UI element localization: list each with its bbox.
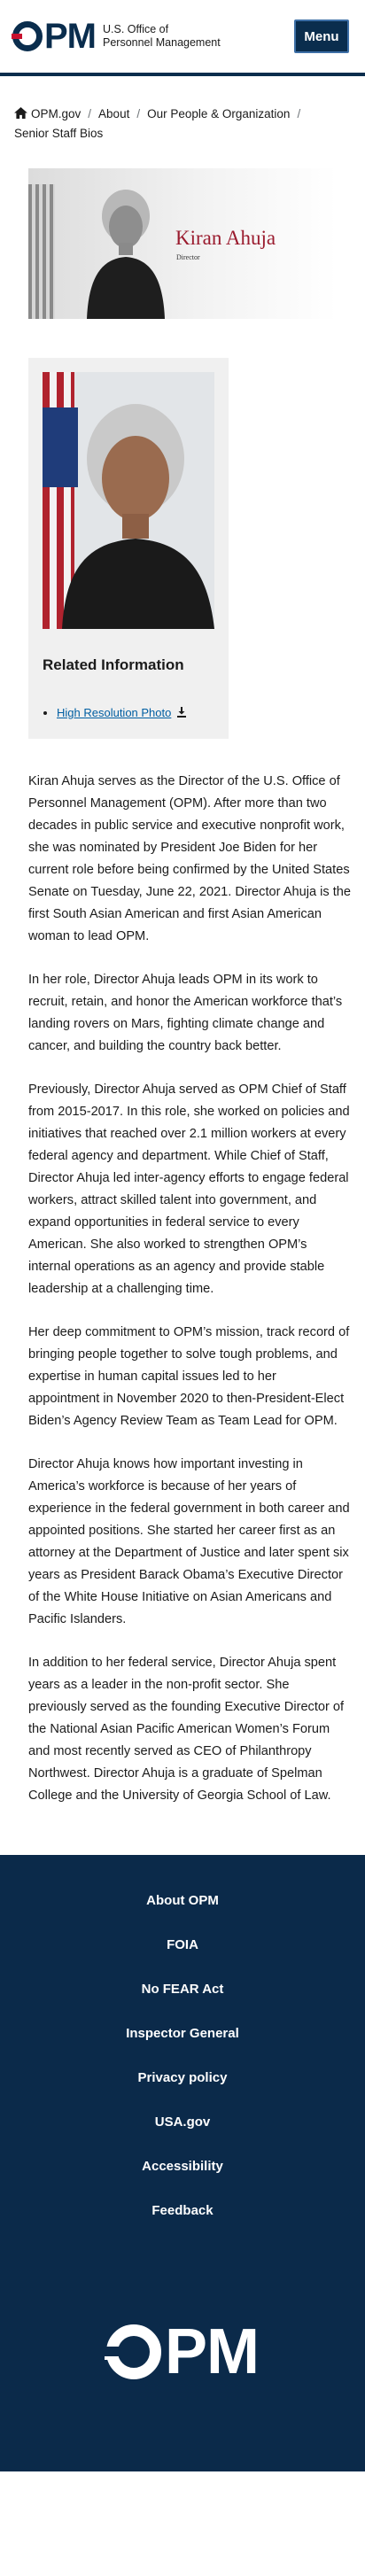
footer-nav-item: No FEAR Act	[0, 1967, 365, 2011]
footer-nav-item: FOIA	[0, 1922, 365, 1967]
download-icon[interactable]	[176, 707, 187, 718]
logo-line-2: Personnel Management	[103, 36, 221, 49]
opm-logo-letters: PM	[44, 17, 97, 56]
footer-link-foia[interactable]: FOIA	[167, 1937, 198, 1952]
footer-link-usa-gov[interactable]: USA.gov	[155, 2114, 211, 2130]
home-icon	[14, 107, 27, 119]
footer-nav: About OPM FOIA No FEAR Act Inspector Gen…	[0, 1878, 365, 2232]
footer-nav-item: Feedback	[0, 2188, 365, 2232]
banner-title: Director	[176, 253, 200, 261]
breadcrumb-current: Senior Staff Bios	[14, 127, 104, 140]
opm-logo-text: U.S. Office of Personnel Management	[103, 23, 221, 50]
footer-link-no-fear-act[interactable]: No FEAR Act	[142, 1982, 224, 1997]
breadcrumb-home-label: OPM.gov	[31, 107, 82, 120]
footer-logo-letters: PM	[165, 2316, 260, 2387]
bio-paragraph: In her role, Director Ahuja leads OPM in…	[28, 973, 343, 1053]
footer-link-accessibility[interactable]: Accessibility	[142, 2159, 223, 2174]
footer-nav-item: USA.gov	[0, 2099, 365, 2144]
footer-nav-item: Accessibility	[0, 2144, 365, 2188]
banner-name: Kiran Ahuja	[175, 227, 276, 249]
breadcrumb-separator: /	[297, 107, 301, 120]
breadcrumb-home-link[interactable]: OPM.gov	[14, 107, 81, 120]
menu-button[interactable]: Menu	[294, 19, 349, 53]
footer-nav-item: About OPM	[0, 1878, 365, 1922]
banner-flag-image	[28, 184, 55, 319]
opm-logo-mark: PM	[12, 17, 97, 56]
related-links-list: High Resolution Photo	[57, 706, 214, 719]
related-information-card: Related Information High Resolution Phot…	[28, 358, 229, 739]
high-resolution-photo-link[interactable]: High Resolution Photo	[57, 706, 171, 719]
footer-logo-o-icon	[105, 2324, 161, 2379]
opm-logo[interactable]: PM U.S. Office of Personnel Management	[12, 19, 221, 54]
site-footer: About OPM FOIA No FEAR Act Inspector Gen…	[0, 1855, 365, 2471]
breadcrumb: OPM.gov / About / Our People & Organization /…	[0, 76, 365, 144]
site-header: PM U.S. Office of Personnel Management M…	[0, 0, 365, 76]
footer-nav-item: Privacy policy	[0, 2055, 365, 2099]
bio-content: Kiran Ahuja serves as the Director of th…	[0, 739, 365, 1807]
footer-logo-mark: PM	[105, 2316, 260, 2387]
breadcrumb-separator: /	[136, 107, 141, 120]
footer-link-about-opm[interactable]: About OPM	[146, 1893, 219, 1908]
related-information-heading: Related Information	[43, 656, 184, 673]
director-banner: Kiran Ahuja Director	[28, 168, 337, 319]
logo-line-1: U.S. Office of	[103, 23, 169, 35]
related-link-item: High Resolution Photo	[57, 706, 214, 719]
breadcrumb-about-link[interactable]: About	[98, 107, 129, 120]
footer-link-privacy-policy[interactable]: Privacy policy	[138, 2070, 228, 2085]
breadcrumb-separator: /	[88, 107, 92, 120]
bio-paragraph: Previously, Director Ahuja served as OPM…	[28, 1082, 350, 1296]
bio-paragraph: Director Ahuja knows how important inves…	[28, 1457, 350, 1626]
footer-link-inspector-general[interactable]: Inspector General	[126, 2026, 239, 2041]
footer-opm-logo[interactable]: PM	[0, 2232, 365, 2471]
director-portrait-image	[43, 372, 214, 629]
bio-paragraph: Kiran Ahuja serves as the Director of th…	[28, 774, 352, 943]
bio-paragraph: Her deep commitment to OPM’s mission, tr…	[28, 1325, 350, 1428]
bio-paragraph: In addition to her federal service, Dire…	[28, 1656, 345, 1803]
breadcrumb-people-link[interactable]: Our People & Organization	[147, 107, 290, 120]
opm-logo-o-icon	[12, 21, 43, 51]
footer-link-feedback[interactable]: Feedback	[151, 2203, 213, 2218]
banner-portrait-image	[87, 190, 165, 319]
footer-nav-item: Inspector General	[0, 2011, 365, 2055]
